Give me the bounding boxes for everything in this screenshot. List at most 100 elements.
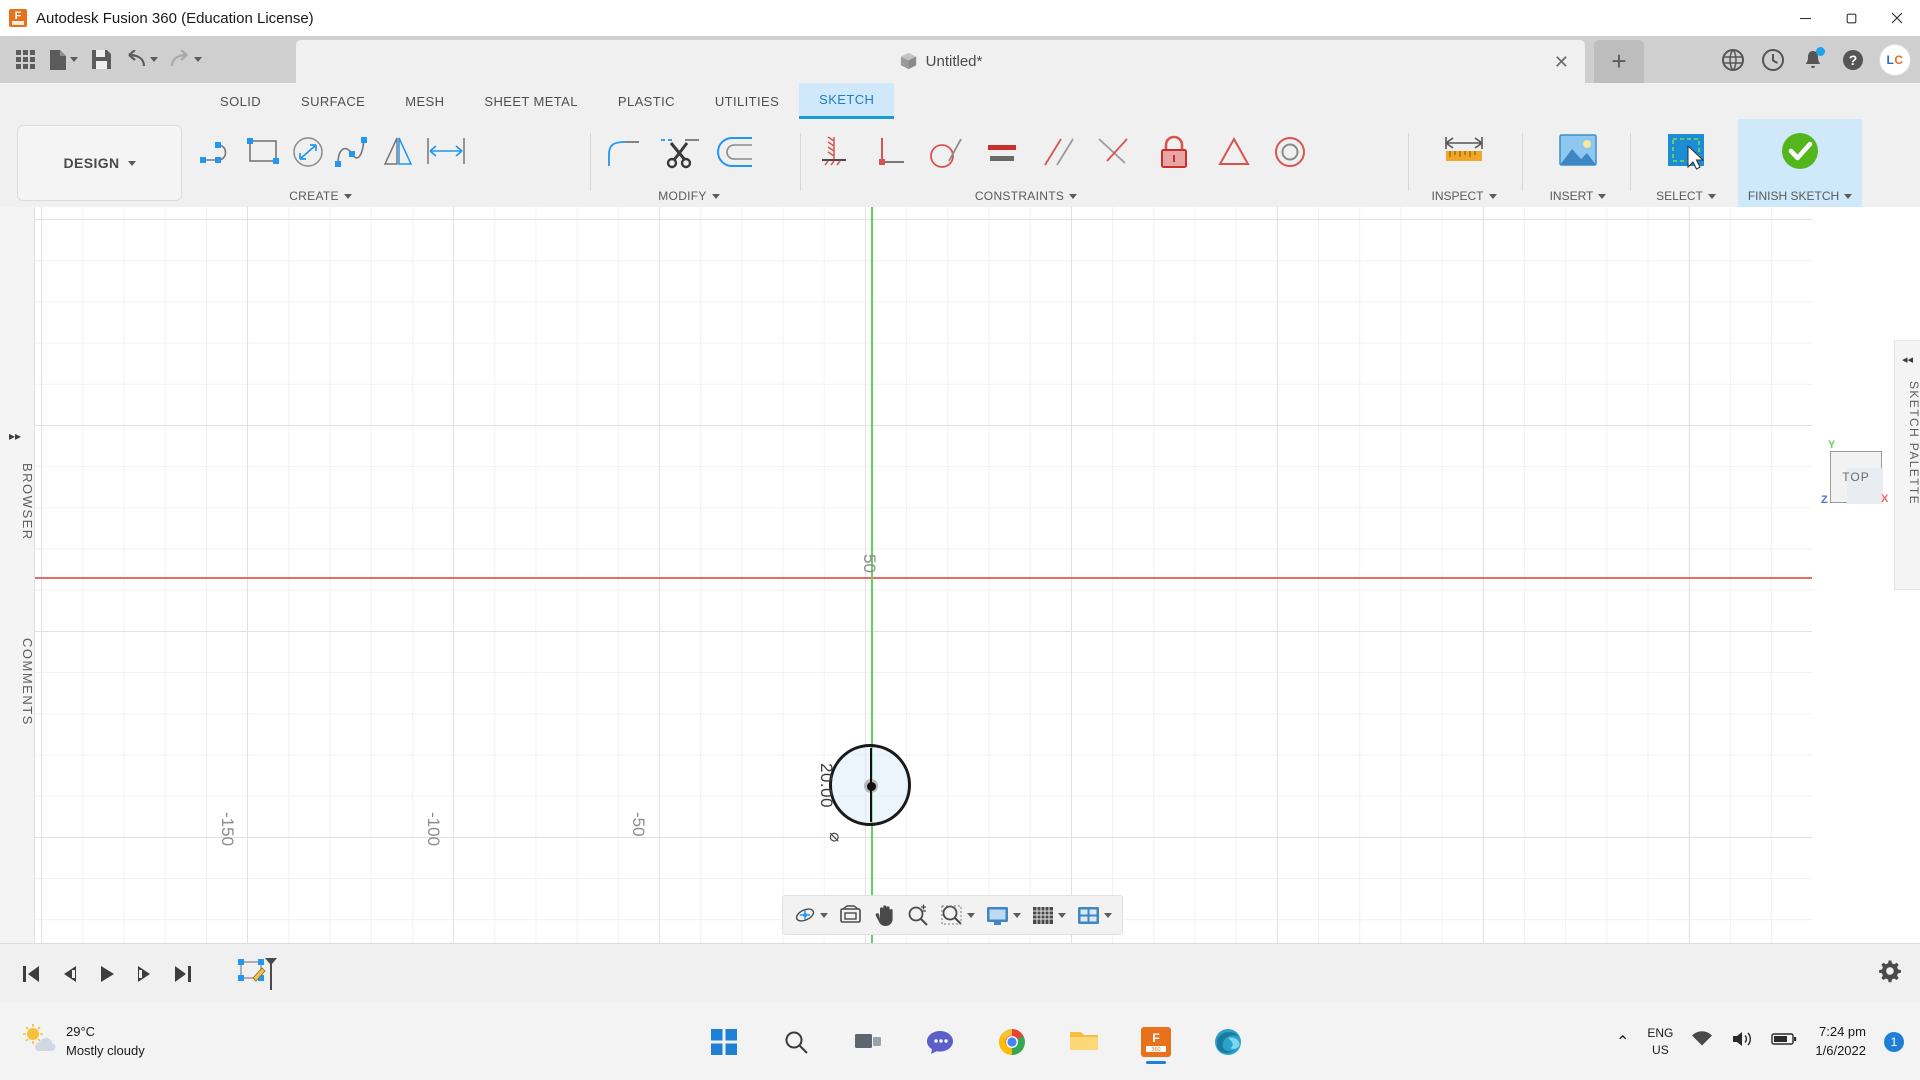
sketch-canvas[interactable]: -200 -150 -100 -50 50 20.00 ⌀ TOP Y X Z xyxy=(0,207,1920,943)
viewport-layout-icon[interactable] xyxy=(1072,899,1116,931)
chevron-down-icon xyxy=(711,193,720,199)
tool-line[interactable] xyxy=(198,125,242,179)
workspace-selector-button[interactable]: DESIGN xyxy=(17,125,182,201)
redo-icon[interactable] xyxy=(164,41,206,79)
tab-surface[interactable]: SURFACE xyxy=(281,83,385,119)
globe-icon[interactable] xyxy=(1720,47,1746,73)
x-axis-line xyxy=(0,577,1812,579)
tool-coincident[interactable] xyxy=(806,125,862,179)
go-to-end-icon[interactable] xyxy=(164,954,202,994)
view-cube-top-face[interactable]: TOP xyxy=(1830,451,1883,504)
help-icon[interactable]: ? xyxy=(1840,47,1866,73)
finish-sketch-button[interactable]: FINISH SKETCH xyxy=(1738,119,1862,207)
close-document-tab-icon[interactable]: ✕ xyxy=(1554,53,1569,71)
panel-modify-label[interactable]: MODIFY xyxy=(596,189,782,203)
play-icon[interactable] xyxy=(88,954,126,994)
search-icon[interactable] xyxy=(772,1018,820,1066)
tray-expand-chevron-icon[interactable]: ⌃ xyxy=(1616,1032,1629,1052)
panel-insert[interactable]: INSERT xyxy=(1526,119,1630,207)
chevron-down-icon[interactable] xyxy=(1104,912,1112,918)
user-avatar[interactable]: LC xyxy=(1880,44,1910,75)
display-settings-icon[interactable] xyxy=(981,899,1025,931)
document-tab[interactable]: Untitled* ✕ xyxy=(296,40,1585,83)
clock-widget[interactable]: 7:24 pm 1/6/2022 xyxy=(1815,1023,1866,1059)
zoom-window-icon[interactable] xyxy=(936,899,979,931)
panel-select[interactable]: SELECT xyxy=(1634,119,1738,207)
tool-spline[interactable] xyxy=(330,125,376,179)
grid-snaps-icon[interactable] xyxy=(1027,899,1070,931)
save-icon[interactable] xyxy=(84,41,118,79)
chevron-down-icon[interactable] xyxy=(820,912,828,918)
tool-concentric[interactable] xyxy=(1262,125,1318,179)
timeline-settings-gear-icon[interactable] xyxy=(1878,959,1902,988)
step-back-icon[interactable] xyxy=(50,954,88,994)
app-grid-icon[interactable] xyxy=(8,41,42,79)
tool-symmetry[interactable] xyxy=(1206,125,1262,179)
task-view-icon[interactable] xyxy=(844,1018,892,1066)
edge-icon[interactable] xyxy=(1204,1018,1252,1066)
orbit-icon[interactable] xyxy=(789,899,832,931)
tool-parallel[interactable] xyxy=(1030,125,1086,179)
go-to-beginning-icon[interactable] xyxy=(12,954,50,994)
tab-mesh[interactable]: MESH xyxy=(385,83,464,119)
recent-clock-icon[interactable] xyxy=(1760,47,1786,73)
tool-equal[interactable] xyxy=(974,125,1030,179)
chat-teams-icon[interactable] xyxy=(916,1018,964,1066)
close-button[interactable] xyxy=(1874,0,1920,36)
chevron-down-icon[interactable] xyxy=(150,57,158,62)
volume-icon[interactable] xyxy=(1731,1030,1753,1053)
tool-offset[interactable] xyxy=(708,125,764,179)
tool-fillet[interactable] xyxy=(596,125,652,179)
tool-mirror[interactable] xyxy=(376,125,420,179)
notifications-bell-icon[interactable] xyxy=(1800,46,1826,73)
notification-count-badge[interactable]: 1 xyxy=(1884,1031,1904,1052)
expand-browser-icon[interactable]: ▸▸ xyxy=(9,429,21,443)
expand-sketch-palette-icon[interactable]: ◂◂ xyxy=(1902,353,1913,366)
sketch-palette-rail[interactable]: ◂◂ SKETCH PALETTE xyxy=(1894,340,1920,590)
chevron-down-icon[interactable] xyxy=(194,57,202,62)
diameter-dimension-value[interactable]: 20.00 xyxy=(816,763,836,808)
language-indicator[interactable]: ENG US xyxy=(1647,1025,1673,1057)
sketch-edit-marker-icon[interactable] xyxy=(232,954,284,994)
wifi-icon[interactable] xyxy=(1691,1030,1713,1053)
chevron-down-icon[interactable] xyxy=(967,912,975,918)
sidebar-item-browser[interactable]: BROWSER xyxy=(0,447,35,557)
tool-horizontal-vertical[interactable] xyxy=(1086,125,1142,179)
tool-fix-lock[interactable] xyxy=(1142,125,1206,179)
fusion360-icon[interactable]: F 360 xyxy=(1132,1018,1180,1066)
tab-plastic[interactable]: PLASTIC xyxy=(598,83,695,119)
panel-create-label[interactable]: CREATE xyxy=(198,189,443,203)
new-tab-button[interactable]: + xyxy=(1594,40,1644,83)
tab-solid[interactable]: SOLID xyxy=(200,83,281,119)
tool-trim-scissors[interactable] xyxy=(652,125,708,179)
maximize-button[interactable] xyxy=(1828,0,1874,36)
minimize-button[interactable] xyxy=(1782,0,1828,36)
step-forward-icon[interactable] xyxy=(126,954,164,994)
tool-rectangle[interactable] xyxy=(242,125,286,179)
tab-sketch[interactable]: SKETCH xyxy=(799,83,895,119)
taskbar-weather-widget[interactable]: 29°C Mostly cloudy xyxy=(22,1023,145,1061)
chevron-down-icon[interactable] xyxy=(1013,912,1021,918)
tool-tangent[interactable] xyxy=(918,125,974,179)
view-cube[interactable]: TOP Y X Z xyxy=(1821,439,1888,506)
tool-circle[interactable] xyxy=(286,125,330,179)
pan-hand-icon[interactable] xyxy=(869,899,900,931)
battery-icon[interactable] xyxy=(1771,1031,1797,1052)
tab-utilities[interactable]: UTILITIES xyxy=(695,83,799,119)
tool-dimension[interactable] xyxy=(420,125,472,179)
zoom-icon[interactable] xyxy=(902,899,934,931)
file-explorer-icon[interactable] xyxy=(1060,1018,1108,1066)
diameter-dimension-line xyxy=(870,748,872,822)
panel-constraints-label[interactable]: CONSTRAINTS xyxy=(806,189,1246,203)
chevron-down-icon[interactable] xyxy=(70,57,78,62)
tab-sheet-metal[interactable]: SHEET METAL xyxy=(464,83,598,119)
start-windows-icon[interactable] xyxy=(700,1018,748,1066)
new-document-icon[interactable] xyxy=(44,41,82,79)
panel-inspect[interactable]: INSPECT xyxy=(1412,119,1516,207)
chrome-icon[interactable] xyxy=(988,1018,1036,1066)
undo-icon[interactable] xyxy=(120,41,162,79)
look-at-icon[interactable] xyxy=(834,899,867,931)
sidebar-item-comments[interactable]: COMMENTS xyxy=(0,617,35,747)
tool-perpendicular[interactable] xyxy=(862,125,918,179)
chevron-down-icon[interactable] xyxy=(1058,912,1066,918)
